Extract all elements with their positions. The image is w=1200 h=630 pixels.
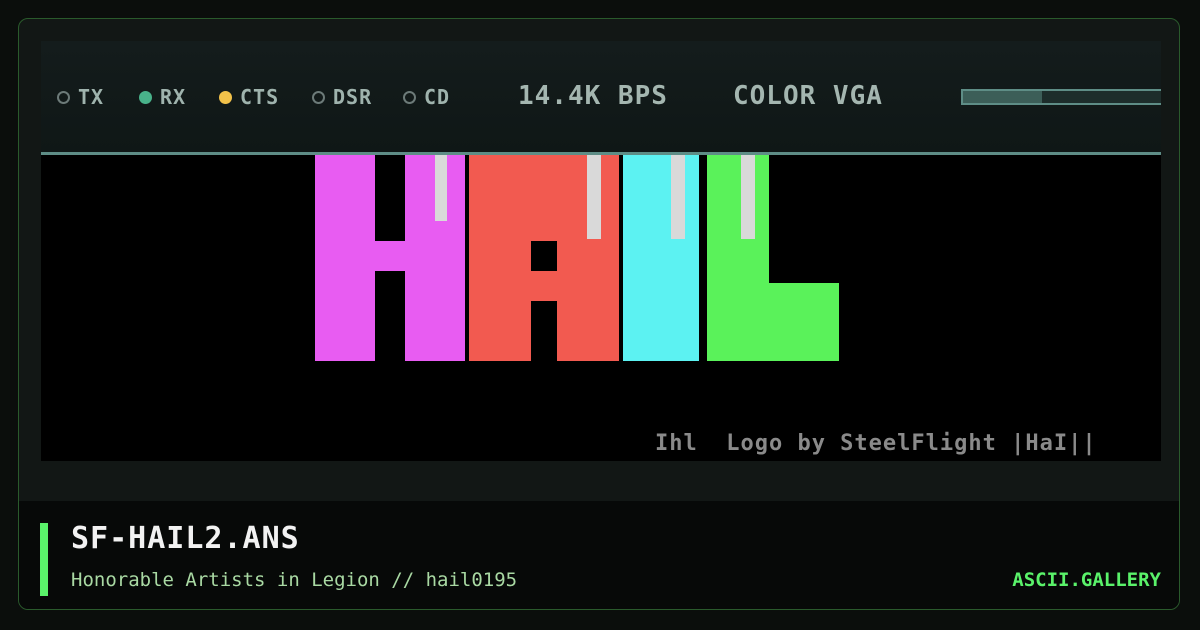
artist-credit: Ihl Logo by SteelFlight |HaI||: [655, 431, 1097, 456]
indicator-label: TX: [78, 85, 105, 109]
modem-status-bar: TX RX CTS DSR CD 14.4K BPS COLOR VGA: [41, 41, 1161, 155]
logo-block: [531, 151, 557, 241]
indicator-cts: CTS: [219, 85, 279, 109]
connection-speed: 14.4K BPS: [518, 81, 668, 111]
indicator-label: CTS: [240, 85, 280, 109]
indicator-cd: CD: [403, 85, 450, 109]
logo-block: [623, 151, 699, 361]
led-dsr-icon: [312, 90, 325, 104]
logo-block: [375, 241, 405, 271]
footer-bar: SF-HAIL2.ANS Honorable Artists in Legion…: [19, 501, 1179, 609]
transfer-meter: [961, 89, 1161, 105]
led-tx-icon: [57, 90, 70, 104]
logo-highlight: [741, 151, 755, 239]
logo-block: [769, 283, 839, 361]
preview-card: Ihl Logo by SteelFlight |HaI|| TX RX CTS…: [18, 18, 1180, 610]
indicator-rx: RX: [139, 85, 186, 109]
file-name: SF-HAIL2.ANS: [71, 521, 300, 556]
indicator-label: CD: [424, 85, 451, 109]
indicator-dsr: DSR: [312, 85, 372, 109]
logo-block: [469, 151, 531, 361]
indicator-label: RX: [160, 85, 187, 109]
logo-block: [315, 151, 375, 361]
indicator-label: DSR: [333, 85, 373, 109]
logo-highlight: [671, 151, 685, 239]
indicator-tx: TX: [57, 85, 104, 109]
display-mode: COLOR VGA: [733, 81, 883, 111]
logo-highlight: [435, 151, 447, 221]
transfer-meter-fill: [963, 91, 1043, 103]
logo-highlight: [587, 151, 601, 239]
led-cts-icon: [219, 90, 232, 104]
site-link[interactable]: ASCII.GALLERY: [1012, 569, 1161, 591]
file-meta: Honorable Artists in Legion // hail0195: [71, 569, 518, 591]
led-rx-icon: [139, 90, 152, 104]
logo-block: [531, 271, 557, 301]
ansi-art-viewer: Ihl Logo by SteelFlight |HaI|| TX RX CTS…: [41, 41, 1161, 461]
accent-bar: [40, 523, 48, 596]
logo-block: [707, 151, 769, 361]
led-cd-icon: [403, 90, 416, 104]
